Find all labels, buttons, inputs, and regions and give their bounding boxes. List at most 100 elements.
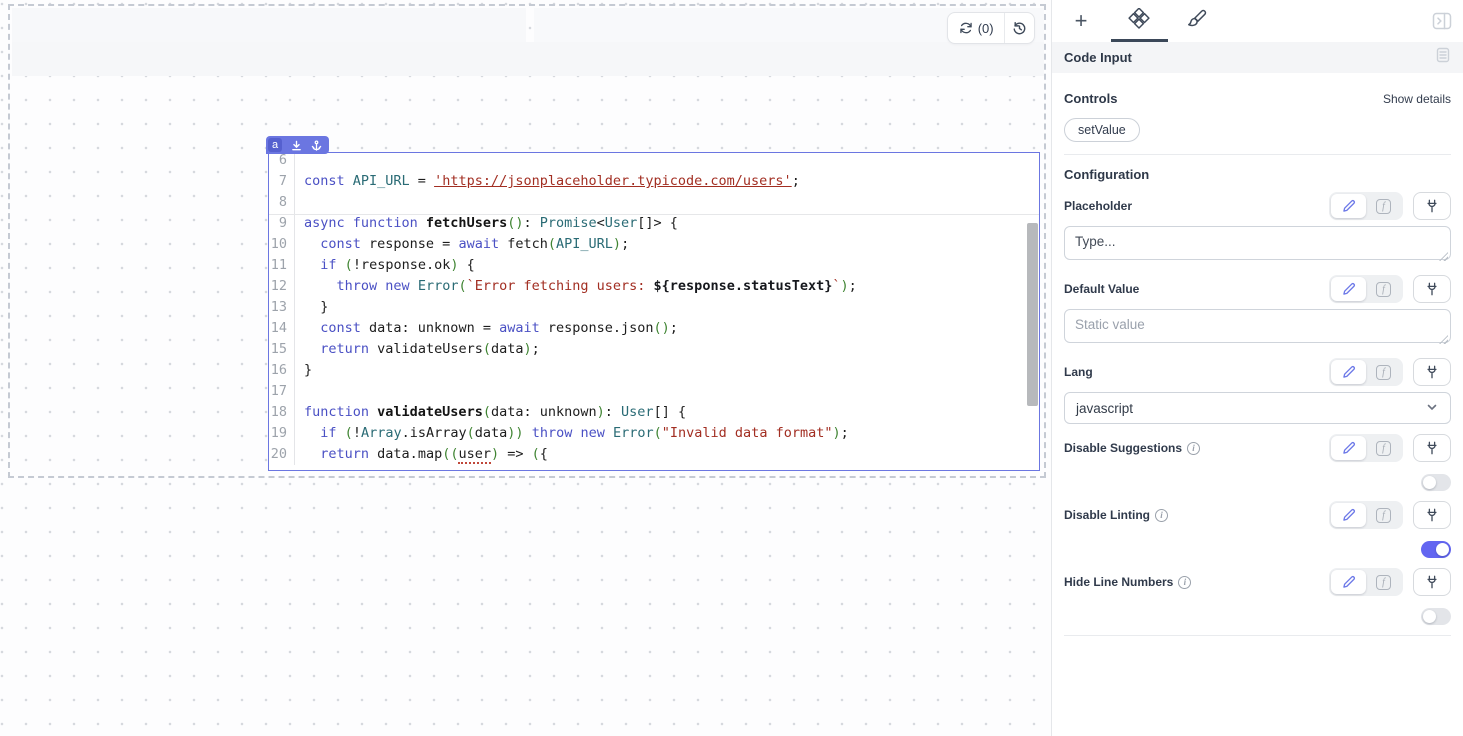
paintbrush-icon: [1186, 8, 1208, 35]
binding-mode-segment: f: [1329, 358, 1403, 386]
field-label: Default Value: [1064, 282, 1139, 296]
hide-line-numbers-toggle[interactable]: [1421, 608, 1451, 625]
refresh-button[interactable]: (0): [948, 13, 1005, 43]
chevron-down-icon: [1425, 400, 1439, 417]
bind-data-button[interactable]: [1413, 192, 1451, 220]
disable-suggestions-toggle[interactable]: [1421, 474, 1451, 491]
fx-icon: f: [1376, 441, 1391, 456]
collapse-panel-icon[interactable]: [1431, 11, 1453, 31]
lang-value: javascript: [1076, 401, 1133, 416]
js-mode-button[interactable]: f: [1366, 360, 1401, 384]
edit-mode-button[interactable]: [1331, 503, 1366, 527]
divider: [1064, 154, 1451, 155]
info-icon[interactable]: i: [1155, 509, 1168, 522]
widget-selection-toolbar: a: [266, 136, 329, 154]
field-placeholder: Placeholder f Type...: [1064, 191, 1451, 265]
code-line: 10 const response = await fetch(API_URL)…: [269, 234, 1039, 255]
line-number: 11: [269, 255, 295, 276]
line-number: 16: [269, 360, 295, 381]
fx-icon: f: [1376, 199, 1391, 214]
edit-mode-button[interactable]: [1331, 194, 1366, 218]
binding-mode-segment: f: [1329, 434, 1403, 462]
controls-section-title: Controls: [1064, 91, 1117, 106]
code-input-widget[interactable]: 67const API_URL = 'https://jsonplacehold…: [268, 152, 1040, 471]
canvas-toolbar: (0): [947, 12, 1035, 44]
js-mode-button[interactable]: f: [1366, 277, 1401, 301]
code-line: 18function validateUsers(data: unknown):…: [269, 402, 1039, 423]
code-line: 14 const data: unknown = await response.…: [269, 318, 1039, 339]
editor-scroll-shadow: [269, 214, 1039, 215]
line-number: 18: [269, 402, 295, 423]
line-number: 17: [269, 381, 295, 402]
tab-style[interactable]: [1180, 6, 1214, 36]
line-number: 6: [269, 152, 295, 171]
property-panel: +: [1052, 0, 1463, 736]
field-label: Lang: [1064, 365, 1093, 379]
history-icon: [1012, 21, 1027, 36]
tab-add-widget[interactable]: +: [1064, 6, 1098, 36]
code-line: 20 return data.map((user) => ({: [269, 444, 1039, 465]
widget-name-tool[interactable]: a: [268, 138, 282, 152]
js-mode-button[interactable]: f: [1366, 503, 1401, 527]
code-line: 15 return validateUsers(data);: [269, 339, 1039, 360]
js-mode-button[interactable]: f: [1366, 436, 1401, 460]
code-line: 8: [269, 192, 1039, 213]
binding-mode-segment: f: [1329, 192, 1403, 220]
code-line: 19 if (!Array.isArray(data)) throw new E…: [269, 423, 1039, 444]
line-number: 20: [269, 444, 295, 465]
edit-mode-button[interactable]: [1331, 360, 1366, 384]
editor-scrollbar[interactable]: [1027, 223, 1038, 406]
panel-tabbar: +: [1052, 0, 1463, 42]
code-line: 13 }: [269, 297, 1039, 318]
field-label: Hide Line Numbers: [1064, 575, 1173, 589]
code-line: 17: [269, 381, 1039, 402]
edit-mode-button[interactable]: [1331, 570, 1366, 594]
line-number: 13: [269, 297, 295, 318]
fx-icon: f: [1376, 365, 1391, 380]
fx-icon: f: [1376, 575, 1391, 590]
binding-mode-segment: f: [1329, 568, 1403, 596]
bind-data-button[interactable]: [1413, 275, 1451, 303]
show-details-link[interactable]: Show details: [1383, 92, 1451, 106]
bind-data-button[interactable]: [1413, 434, 1451, 462]
line-number: 14: [269, 318, 295, 339]
js-mode-button[interactable]: f: [1366, 570, 1401, 594]
code-editor-content[interactable]: 67const API_URL = 'https://jsonplacehold…: [269, 152, 1039, 465]
info-icon[interactable]: i: [1187, 442, 1200, 455]
field-default-value: Default Value f: [1064, 274, 1451, 348]
setvalue-action-chip[interactable]: setValue: [1064, 118, 1140, 142]
edit-mode-button[interactable]: [1331, 436, 1366, 460]
docs-icon[interactable]: [1435, 47, 1451, 68]
info-icon[interactable]: i: [1178, 576, 1191, 589]
code-line: 16}: [269, 360, 1039, 381]
disable-linting-toggle[interactable]: [1421, 541, 1451, 558]
insert-below-icon[interactable]: [291, 140, 302, 151]
code-line: 6: [269, 152, 1039, 171]
binding-mode-segment: f: [1329, 275, 1403, 303]
bind-data-button[interactable]: [1413, 501, 1451, 529]
anchor-icon[interactable]: [311, 140, 322, 151]
code-line: 12 throw new Error(`Error fetching users…: [269, 276, 1039, 297]
widget-title: Code Input: [1064, 50, 1132, 65]
field-label: Disable Linting: [1064, 508, 1150, 522]
field-label: Placeholder: [1064, 199, 1132, 213]
tab-widget-properties[interactable]: [1122, 6, 1156, 36]
lang-select[interactable]: javascript: [1064, 392, 1451, 424]
field-disable-suggestions: Disable Suggestionsi f: [1064, 433, 1451, 491]
line-number: 15: [269, 339, 295, 360]
edit-mode-button[interactable]: [1331, 277, 1366, 301]
editor-canvas[interactable]: (0) a 67const API_URL =: [0, 0, 1052, 736]
code-line: 11 if (!response.ok) {: [269, 255, 1039, 276]
refresh-icon: [959, 21, 973, 35]
layout-zone: [12, 8, 526, 42]
default-value-input[interactable]: [1064, 309, 1451, 343]
line-number: 9: [269, 213, 295, 234]
line-number: 12: [269, 276, 295, 297]
bind-data-button[interactable]: [1413, 568, 1451, 596]
bind-data-button[interactable]: [1413, 358, 1451, 386]
field-disable-linting: Disable Linting i f: [1064, 500, 1451, 558]
layout-zone: [12, 42, 1044, 76]
js-mode-button[interactable]: f: [1366, 194, 1401, 218]
history-button[interactable]: [1005, 13, 1034, 43]
placeholder-input[interactable]: Type...: [1064, 226, 1451, 260]
